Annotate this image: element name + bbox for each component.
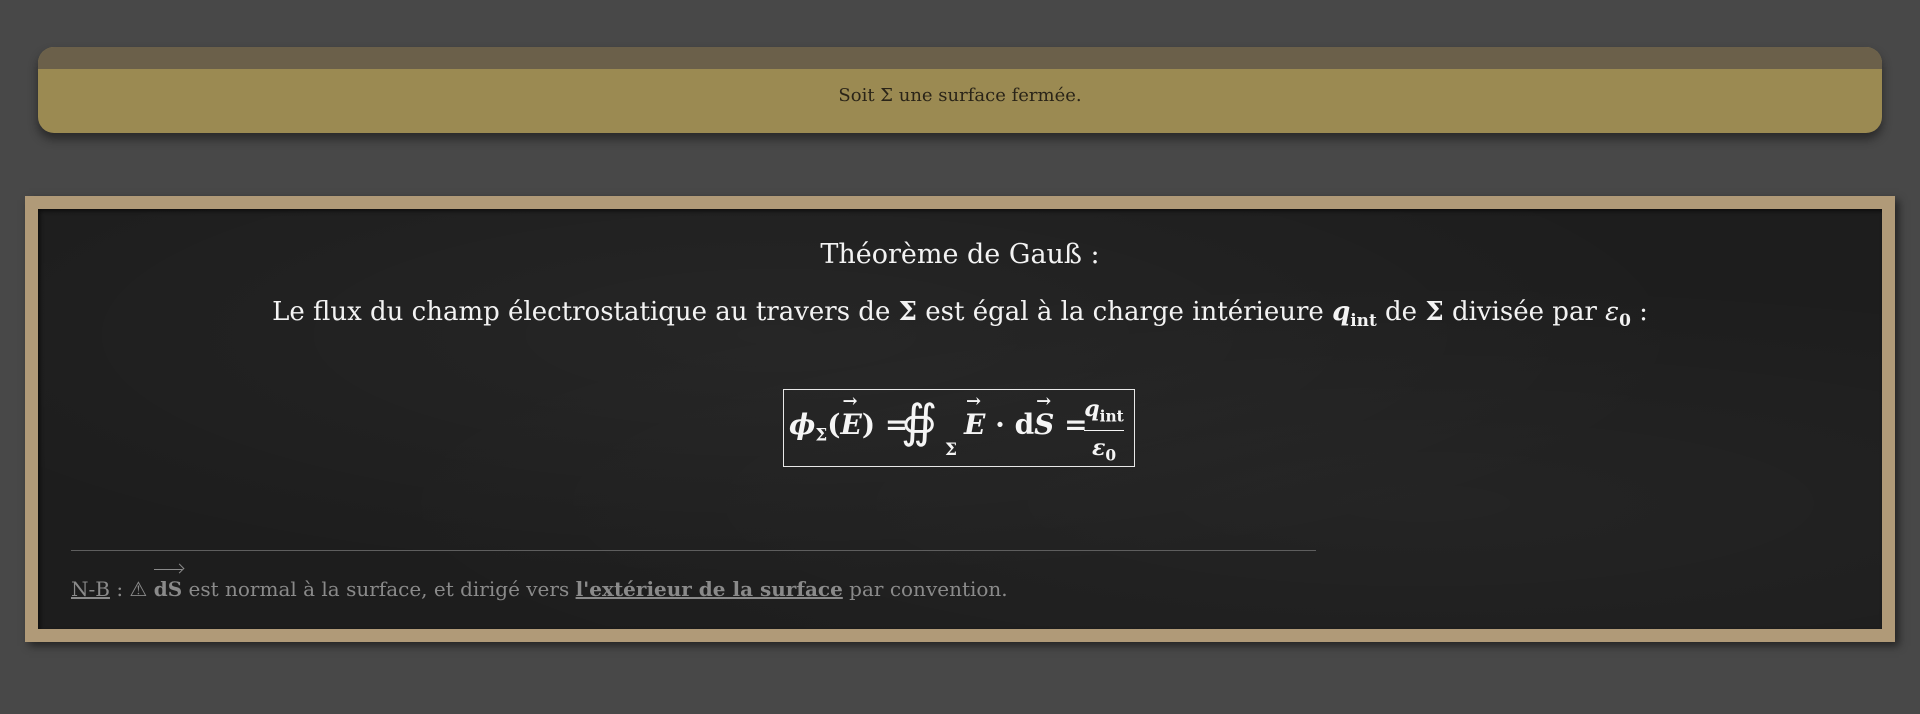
statement-part1: Le flux du champ électrostatique au trav… xyxy=(272,297,899,327)
formula-lhs-e-vector: E xyxy=(840,408,861,441)
statement-q: q xyxy=(1332,297,1351,327)
formula-integral-sub: Σ xyxy=(945,440,958,460)
statement-sigma-1: Σ xyxy=(898,297,917,327)
formula-e-vector: E xyxy=(964,408,985,441)
nb-note: N-B : ⚠ dS est normal à la surface, et d… xyxy=(71,569,1008,601)
statement-part4: divisée par xyxy=(1443,297,1606,327)
formula-integrand: E · dS = xyxy=(964,408,1088,441)
formula-closed-surface-integral: ∯ xyxy=(901,394,938,448)
formula-eq: = xyxy=(1054,408,1088,441)
formula-paren-open: ( xyxy=(827,408,841,441)
fraction-denominator: ε0 xyxy=(1084,433,1124,470)
chalkboard: Théorème de Gauß : Le flux du champ élec… xyxy=(38,209,1882,629)
nb-label: N-B xyxy=(71,577,110,601)
statement-epsilon: ε xyxy=(1605,297,1620,327)
formula-s-vector: S xyxy=(1034,408,1054,441)
note-text: Soit Σ une surface fermée. xyxy=(838,85,1082,106)
chalkboard-frame: Théorème de Gauß : Le flux du champ élec… xyxy=(25,196,1895,642)
denominator-epsilon: ε xyxy=(1091,435,1106,462)
formula-dot-d: · d xyxy=(985,408,1035,441)
gauss-formula-box: ϕΣ(E) = ∯ Σ E · dS = qint ε0 xyxy=(783,389,1135,467)
numerator-sub: int xyxy=(1099,407,1124,426)
fraction-numerator: qint xyxy=(1084,396,1124,429)
nb-ds-vector: dS xyxy=(153,569,183,601)
nb-text-2: par convention. xyxy=(842,577,1008,601)
formula-phi-sub: Σ xyxy=(815,424,828,445)
formula-phi: ϕ xyxy=(789,408,816,441)
formula-lhs: ϕΣ(E) = xyxy=(789,408,908,445)
divider xyxy=(71,550,1316,551)
nb-text-1: est normal à la surface, et dirigé vers xyxy=(182,577,576,601)
statement-q-sub: int xyxy=(1350,310,1377,331)
numerator-q: q xyxy=(1084,396,1100,422)
theorem-title: Théorème de Gauß : xyxy=(820,239,1100,270)
statement-part2: est égal à la charge intérieure xyxy=(917,297,1333,327)
statement-sigma-2: Σ xyxy=(1425,297,1444,327)
theorem-statement: Le flux du champ électrostatique au trav… xyxy=(38,297,1882,330)
statement-epsilon-sub: 0 xyxy=(1619,310,1631,331)
formula-fraction: qint ε0 xyxy=(1084,396,1124,471)
denominator-sub: 0 xyxy=(1105,446,1117,465)
note-card: Soit Σ une surface fermée. xyxy=(38,47,1882,133)
nb-warning-sep: : ⚠ xyxy=(109,577,154,601)
note-card-header-bar xyxy=(38,47,1882,69)
nb-emphasis: l'extérieur de la surface xyxy=(575,577,843,601)
statement-part3: de xyxy=(1376,297,1426,327)
fraction-bar xyxy=(1084,430,1124,432)
statement-part5: : xyxy=(1630,297,1648,327)
